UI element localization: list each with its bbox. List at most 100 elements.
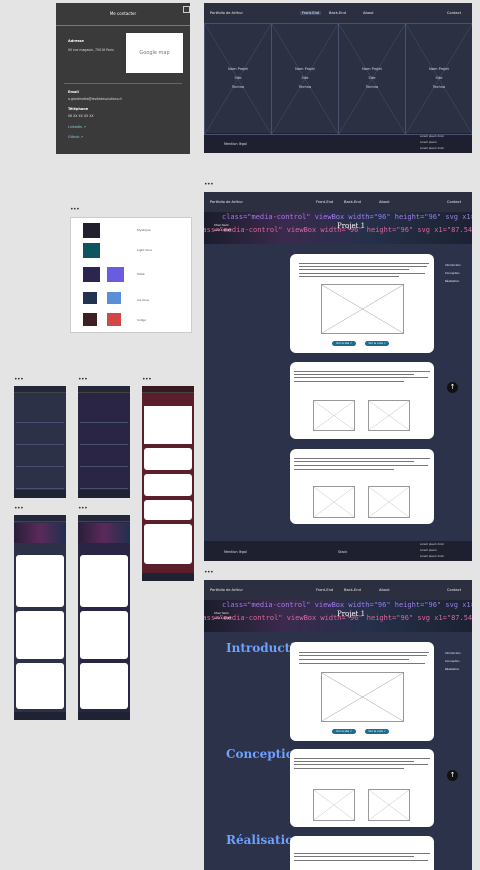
linkedin-link[interactable]: LinkedIn ↗ bbox=[68, 125, 86, 129]
image-placeholder bbox=[368, 789, 410, 821]
card bbox=[16, 611, 64, 659]
project-tile-l3: Techno bbox=[365, 85, 379, 89]
projects-page: Portfolio de Arthur Front-End Back-End A… bbox=[204, 3, 472, 153]
project-tile[interactable]: Nom Projet Site Techno bbox=[271, 23, 339, 135]
more-icon[interactable]: ••• bbox=[78, 377, 88, 383]
view-code-button[interactable]: Voir le code ↗ bbox=[365, 729, 389, 734]
more-icon[interactable]: ••• bbox=[14, 506, 24, 512]
nav-about[interactable]: About bbox=[379, 588, 390, 592]
swatch-label-2: Light blue bbox=[137, 248, 152, 252]
top-nav: Portfolio de Arthur Front-End Back-End A… bbox=[204, 3, 472, 23]
image-placeholder bbox=[313, 789, 355, 821]
image-placeholder bbox=[313, 486, 355, 518]
phone-value: 06 XX XX XX XX bbox=[68, 114, 94, 118]
project-tile-name: Nom Projet bbox=[228, 67, 248, 71]
project-page: Portfolio de Arthur Front-End Back-End A… bbox=[204, 192, 472, 561]
nav-about[interactable]: About bbox=[379, 200, 390, 204]
more-icon[interactable]: ••• bbox=[142, 377, 152, 383]
nav-back[interactable]: Back-End bbox=[344, 200, 361, 204]
swatch-label-4: Ice blue bbox=[137, 298, 149, 302]
banner-date: 17/11/2026 bbox=[214, 228, 232, 232]
view-code-button[interactable]: Voir le code ↗ bbox=[365, 341, 389, 346]
more-icon[interactable]: ••• bbox=[204, 182, 214, 188]
code-banner: class="media-control" viewBox width="96"… bbox=[204, 212, 472, 244]
detail-page: Portfolio de Arthur Front-End Back-End A… bbox=[204, 580, 472, 870]
footer-stack: Stack bbox=[338, 550, 348, 554]
more-icon[interactable]: ••• bbox=[78, 506, 88, 512]
phone-label: Téléphone bbox=[68, 107, 89, 111]
side-link-realisation[interactable]: Réalisation bbox=[445, 668, 459, 671]
address-value: 00 rue magasin, 75016 Paris bbox=[68, 48, 114, 52]
arrow-up-icon[interactable]: ↑ bbox=[447, 382, 458, 393]
card bbox=[144, 524, 192, 564]
project-card-3 bbox=[290, 449, 434, 524]
more-icon[interactable]: ••• bbox=[14, 377, 24, 383]
nav-back[interactable]: Back-End bbox=[329, 11, 346, 15]
conception-card bbox=[290, 749, 434, 827]
mobile-project-2 bbox=[78, 515, 130, 720]
mobile-detail bbox=[142, 386, 194, 581]
image-placeholder bbox=[321, 284, 404, 334]
side-link-intro[interactable]: Introduction bbox=[445, 652, 461, 655]
image-placeholder bbox=[321, 672, 404, 722]
nav-front[interactable]: Front-End bbox=[316, 200, 333, 204]
project-tile[interactable]: Nom Projet Site Techno bbox=[405, 23, 472, 135]
nav-front[interactable]: Front-End bbox=[316, 588, 333, 592]
mobile-project-1 bbox=[14, 515, 66, 720]
footer-legal[interactable]: Mention légal bbox=[224, 550, 247, 554]
project-tile-l3: Techno bbox=[231, 85, 245, 89]
code-text: class="media-control" viewBox width="96"… bbox=[222, 601, 472, 609]
nav-contact[interactable]: Contact bbox=[447, 11, 461, 15]
image-placeholder bbox=[368, 400, 410, 431]
project-tile-name: Nom Projet bbox=[362, 67, 382, 71]
card bbox=[80, 555, 128, 607]
project-tile[interactable]: Nom Projet Site Techno bbox=[338, 23, 406, 135]
view-site-button[interactable]: Voir le site ↗ bbox=[332, 341, 356, 346]
contact-title: Me contacter bbox=[56, 3, 190, 26]
swatch-3b bbox=[107, 267, 124, 282]
google-map[interactable]: Google map bbox=[126, 33, 183, 73]
code-text: class="media-control" viewBox width="96"… bbox=[222, 213, 472, 221]
brand[interactable]: Portfolio de Arthur bbox=[210, 588, 243, 592]
nav-about[interactable]: About bbox=[363, 11, 374, 15]
swatch-5a bbox=[83, 313, 97, 326]
nav-contact[interactable]: Contact bbox=[447, 200, 461, 204]
brand[interactable]: Portfolio de Arthur bbox=[210, 11, 243, 15]
card bbox=[144, 500, 192, 520]
card bbox=[16, 663, 64, 709]
arrow-up-icon[interactable]: ↑ bbox=[447, 770, 458, 781]
nav-contact[interactable]: Contact bbox=[447, 588, 461, 592]
top-nav: Portfolio de Arthur Front-End Back-End A… bbox=[204, 192, 472, 212]
github-link[interactable]: Github ↗ bbox=[68, 135, 83, 139]
project-tile-l3: Techno bbox=[432, 85, 446, 89]
project-title: Projet 1 bbox=[337, 222, 366, 230]
brand[interactable]: Portfolio de Arthur bbox=[210, 200, 243, 204]
side-link-intro[interactable]: Introduction bbox=[445, 264, 461, 267]
code-banner: class="media-control" viewBox width="96"… bbox=[204, 600, 472, 632]
side-link-conception[interactable]: Conception bbox=[445, 660, 460, 663]
nav-back[interactable]: Back-End bbox=[344, 588, 361, 592]
project-tile[interactable]: Nom Projet Site Techno bbox=[204, 23, 272, 135]
realisation-card bbox=[290, 836, 434, 870]
view-site-button[interactable]: Voir le site ↗ bbox=[332, 729, 356, 734]
divider bbox=[64, 83, 182, 84]
card bbox=[144, 448, 192, 470]
nav-front[interactable]: Front-End bbox=[300, 11, 322, 15]
email-value[interactable]: a.giardinetta@lesitedesolutions.fr bbox=[68, 97, 122, 101]
footer-legal[interactable]: Mention légal bbox=[224, 142, 247, 146]
swatch-4b bbox=[107, 292, 121, 304]
project-tile-name: Nom Projet bbox=[429, 67, 449, 71]
side-link-conception[interactable]: Conception bbox=[445, 272, 460, 275]
footer-right-1: Lorem ipsum dolor bbox=[420, 135, 445, 138]
project-tile-l2: Site bbox=[301, 76, 309, 80]
card bbox=[80, 611, 128, 659]
card bbox=[144, 474, 192, 496]
side-link-realisation[interactable]: Réalisation bbox=[445, 280, 459, 283]
card bbox=[80, 663, 128, 709]
mobile-projects-2 bbox=[78, 386, 130, 498]
more-icon[interactable]: ••• bbox=[204, 570, 214, 576]
project-tile-name: Nom Projet bbox=[295, 67, 315, 71]
more-icon[interactable]: ••• bbox=[70, 207, 80, 213]
close-icon[interactable] bbox=[183, 6, 190, 13]
swatch-4a bbox=[83, 292, 97, 304]
